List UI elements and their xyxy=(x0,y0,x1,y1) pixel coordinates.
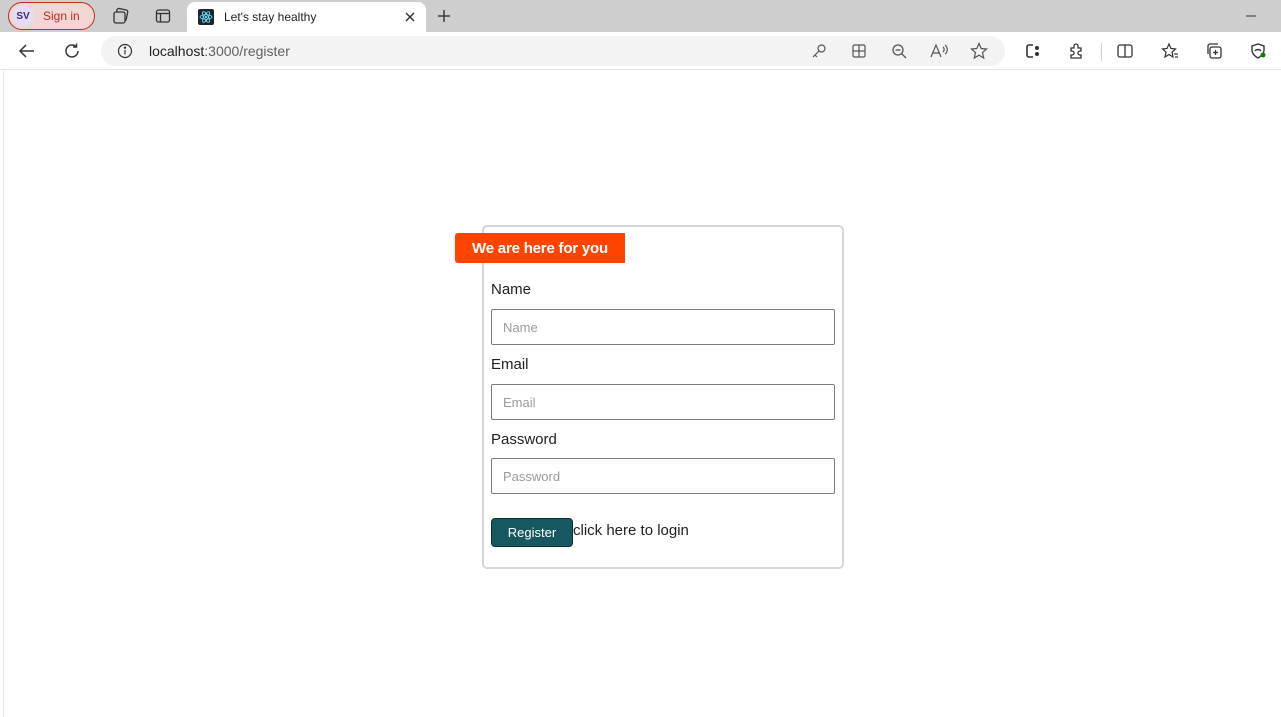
back-icon xyxy=(18,44,34,58)
login-link[interactable]: click here to login xyxy=(573,522,689,539)
extensions-icon xyxy=(1070,43,1082,59)
url-path: :3000/register xyxy=(204,43,290,59)
close-tab-button[interactable] xyxy=(400,7,420,27)
tab-actions-icon xyxy=(155,9,171,23)
info-icon[interactable] xyxy=(117,43,133,59)
read-aloud-button[interactable] xyxy=(929,41,949,61)
signin-label: Sign in xyxy=(43,9,80,23)
tab-title: Let's stay healthy xyxy=(224,10,317,24)
extensions-button[interactable] xyxy=(1063,37,1091,65)
password-label: Password xyxy=(491,431,557,448)
plus-icon xyxy=(438,10,450,22)
favorite-star-icon xyxy=(970,42,988,60)
name-label: Name xyxy=(491,281,532,298)
split-screen-icon xyxy=(1117,44,1133,58)
minimize-button[interactable] xyxy=(1236,6,1266,26)
collections-button[interactable] xyxy=(1200,37,1228,65)
name-input[interactable] xyxy=(491,309,835,345)
favorites-icon xyxy=(1161,42,1178,59)
zoom-out-button[interactable] xyxy=(889,41,909,61)
address-bar[interactable]: localhost:3000/register xyxy=(101,36,1005,66)
close-icon xyxy=(405,12,415,22)
split-screen-button[interactable] xyxy=(1111,37,1139,65)
favorites-button[interactable] xyxy=(1156,37,1184,65)
toolbar-divider xyxy=(1101,43,1102,61)
password-key-icon xyxy=(812,44,826,58)
tab-strip: SV Sign in Let's stay healthy xyxy=(0,0,1281,32)
email-label: Email xyxy=(491,356,529,373)
browser-essentials-button[interactable] xyxy=(1244,37,1272,65)
collections-icon xyxy=(1207,43,1222,59)
refresh-icon xyxy=(65,43,79,58)
password-key-button[interactable] xyxy=(809,41,829,61)
profile-button[interactable]: SV Sign in xyxy=(8,2,95,30)
url-host: localhost xyxy=(149,43,205,59)
active-tab[interactable]: Let's stay healthy xyxy=(187,2,426,32)
avatar: SV xyxy=(12,5,34,27)
tab-actions-button[interactable] xyxy=(150,4,176,28)
react-favicon-icon xyxy=(198,9,214,25)
new-tab-button[interactable] xyxy=(432,4,456,28)
email-input[interactable] xyxy=(491,384,835,420)
app-available-button[interactable] xyxy=(849,41,869,61)
minimize-icon xyxy=(1246,15,1256,17)
copilot-icon xyxy=(1026,44,1040,58)
refresh-button[interactable] xyxy=(58,37,86,65)
zoom-out-icon xyxy=(892,44,907,59)
banner-title: We are here for you xyxy=(455,233,625,263)
app-available-icon xyxy=(852,44,866,58)
url-text[interactable]: localhost:3000/register xyxy=(149,43,290,59)
read-aloud-icon xyxy=(930,43,948,58)
register-button[interactable]: Register xyxy=(491,518,573,547)
workspaces-icon xyxy=(113,7,129,24)
back-button[interactable] xyxy=(13,37,41,65)
workspaces-button[interactable] xyxy=(108,4,134,28)
copilot-button[interactable] xyxy=(1019,37,1047,65)
browser-toolbar: localhost:3000/register xyxy=(0,32,1281,70)
favorite-button[interactable] xyxy=(969,41,989,61)
browser-essentials-icon xyxy=(1251,43,1266,59)
password-input[interactable] xyxy=(491,458,835,494)
